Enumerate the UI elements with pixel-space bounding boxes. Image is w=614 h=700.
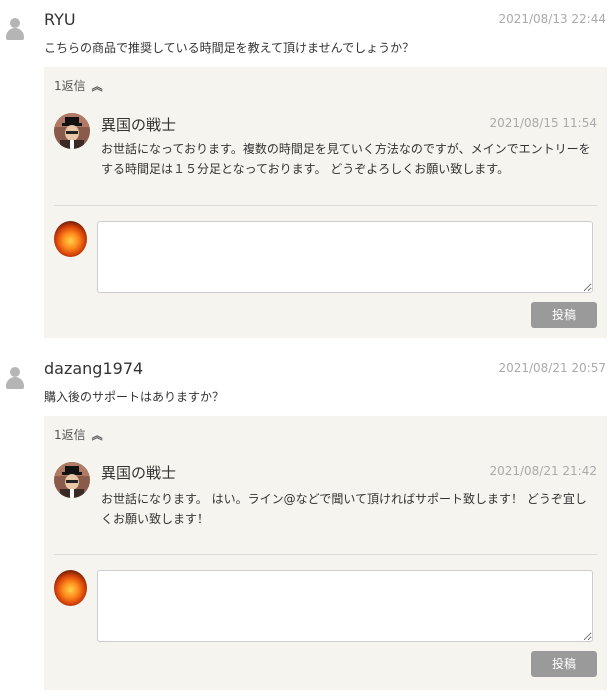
reply-date: 2021/08/21 21:42 (489, 464, 597, 478)
reply-input[interactable] (97, 570, 593, 642)
chevron-double-up-icon: ︽ (91, 80, 103, 93)
divider (54, 205, 597, 206)
comment-author: dazang1974 (44, 359, 144, 378)
toggle-replies-button[interactable]: 1返信 ︽ (54, 77, 103, 94)
reply-count-label: 1返信 (54, 79, 86, 93)
reply-date: 2021/08/15 11:54 (489, 116, 597, 130)
comment-text: 購入後のサポートはありますか？ (44, 390, 225, 404)
toggle-replies-button[interactable]: 1返信 ︽ (54, 426, 103, 443)
reply-avatar (54, 462, 90, 498)
current-user-avatar (54, 221, 87, 257)
comment-text: こちらの商品で推奨している時間足を教えて頂けませんでしょうか？ (44, 41, 415, 55)
reply-text: お世話になります。 はい。ライン@などで聞いて頂ければサポート致します！ どうぞ… (101, 492, 587, 526)
reply-input[interactable] (97, 221, 593, 293)
reply-thread: 1返信 ︽ 異国の戦士 2021/08/15 11:54 お世話になっております。… (44, 67, 607, 338)
post-button[interactable]: 投稿 (531, 651, 597, 677)
user-avatar-icon (6, 18, 24, 40)
post-button[interactable]: 投稿 (531, 302, 597, 328)
reply-thread: 1返信 ︽ 異国の戦士 2021/08/21 21:42 お世話になります。 はい… (44, 416, 607, 690)
comment-date: 2021/08/13 22:44 (498, 12, 606, 26)
reply-count-label: 1返信 (54, 428, 86, 442)
comment-author: RYU (44, 10, 76, 29)
reply-text: お世話になっております。複数の時間足を見ていく方法なのですが、メインでエントリー… (101, 142, 591, 176)
current-user-avatar (54, 570, 87, 606)
reply-author: 異国の戦士 (101, 116, 177, 134)
reply-avatar (54, 113, 90, 149)
divider (54, 554, 597, 555)
reply-author: 異国の戦士 (101, 464, 177, 482)
comment-date: 2021/08/21 20:57 (498, 361, 606, 375)
chevron-double-up-icon: ︽ (91, 429, 103, 442)
user-avatar-icon (6, 367, 24, 389)
